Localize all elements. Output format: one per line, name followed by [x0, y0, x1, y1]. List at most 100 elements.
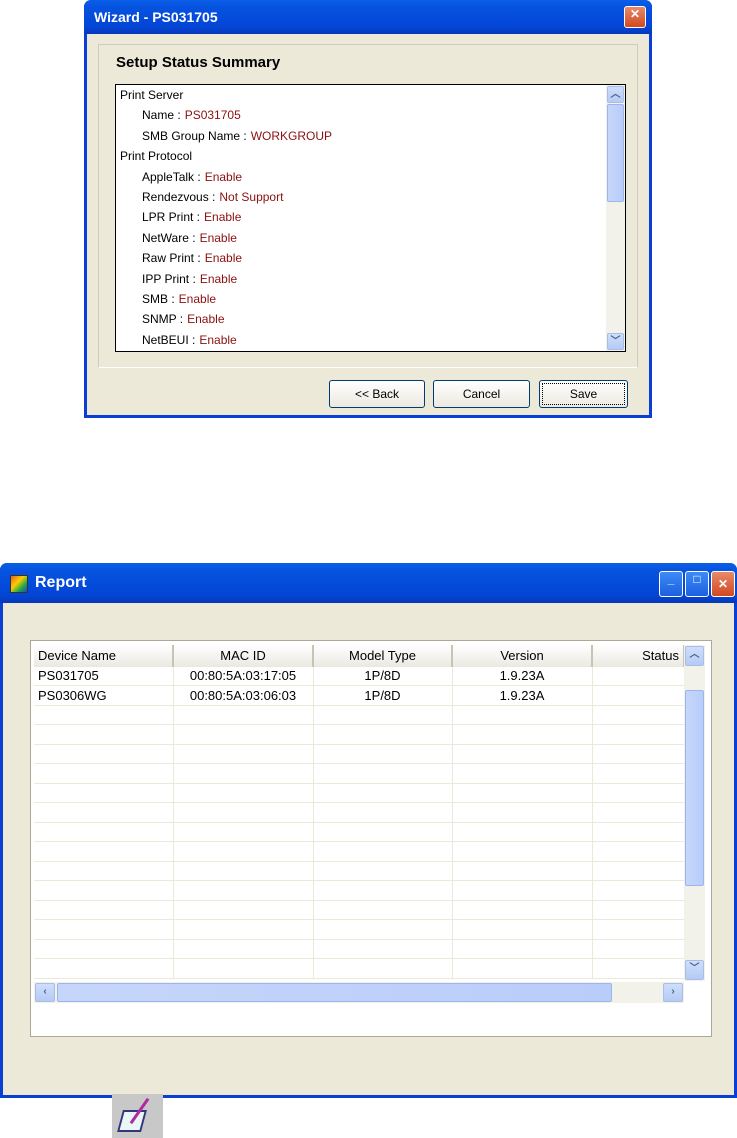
table-horizontal-scrollbar[interactable]: ‹ ›	[34, 982, 684, 1003]
table-cell	[34, 783, 174, 803]
table-cell: 1.9.23A	[452, 685, 593, 706]
vertical-scrollbar[interactable]: ︿ ﹀	[606, 85, 625, 351]
report-title-bar: Report _ □ ✕	[0, 563, 737, 603]
back-button[interactable]: << Back	[329, 380, 425, 408]
cancel-button[interactable]: Cancel	[433, 380, 530, 408]
column-header[interactable]: Device Name	[34, 645, 174, 667]
table-row[interactable]	[34, 900, 685, 920]
table-row[interactable]	[34, 958, 685, 979]
table-cell	[452, 744, 593, 764]
column-header[interactable]: MAC ID	[173, 645, 314, 667]
close-icon[interactable]: ✕	[624, 6, 646, 28]
item-key: SMB :	[142, 292, 175, 306]
scroll-thumb[interactable]	[607, 104, 624, 202]
save-button[interactable]: Save	[539, 380, 628, 408]
scroll-down-icon[interactable]: ﹀	[685, 960, 704, 980]
column-header[interactable]: Model Type	[313, 645, 453, 667]
summary-list[interactable]: Print Server Name : PS031705 SMB Group Name…	[115, 84, 626, 352]
table-cell	[173, 783, 314, 803]
table-row[interactable]	[34, 861, 685, 881]
item-value: WORKGROUP	[250, 128, 333, 143]
table-cell	[173, 861, 314, 881]
table-cell	[452, 705, 593, 725]
scroll-thumb[interactable]	[685, 690, 704, 886]
table-row[interactable]	[34, 939, 685, 959]
table-row[interactable]	[34, 705, 685, 725]
scroll-up-icon[interactable]: ︿	[685, 646, 704, 666]
device-table[interactable]: Device Name MAC ID Model Type Version Status…	[34, 645, 685, 979]
table-cell	[34, 705, 174, 725]
item-value: Enable	[199, 230, 237, 245]
item-value: Enable	[204, 210, 242, 225]
maximize-icon[interactable]: □	[685, 571, 709, 597]
scroll-left-icon[interactable]: ‹	[35, 983, 55, 1002]
table-cell	[452, 861, 593, 881]
summary-item: SMB : Enable	[142, 289, 216, 309]
table-row[interactable]: PS031705 00:80:5A:03:17:05 1P/8D 1.9.23A	[34, 666, 685, 686]
wizard-title-bar: Wizard - PS031705 ✕	[84, 0, 652, 34]
table-cell	[313, 783, 453, 803]
table-cell	[173, 841, 314, 862]
scroll-right-icon[interactable]: ›	[663, 983, 683, 1002]
hscroll-thumb[interactable]	[57, 983, 612, 1002]
table-cell	[34, 802, 174, 823]
table-cell	[592, 705, 685, 725]
table-row[interactable]	[34, 822, 685, 842]
item-key: SNMP :	[142, 312, 184, 327]
table-cell	[592, 841, 685, 862]
table-cell	[173, 958, 314, 979]
table-vertical-scrollbar[interactable]: ︿ ﹀	[684, 645, 705, 981]
table-cell	[592, 802, 685, 823]
table-row[interactable]	[34, 802, 685, 823]
summary-item: Name : PS031705	[142, 105, 241, 125]
table-row[interactable]	[34, 724, 685, 745]
table-cell	[592, 880, 685, 901]
table-cell	[313, 861, 453, 881]
table-row[interactable]: PS0306WG 00:80:5A:03:06:03 1P/8D 1.9.23A	[34, 685, 685, 706]
table-cell	[173, 900, 314, 920]
item-key: IPP Print :	[142, 271, 196, 286]
table-row[interactable]	[34, 919, 685, 940]
column-header[interactable]: Status	[592, 645, 685, 667]
table-cell	[592, 919, 685, 940]
table-cell: PS0306WG	[34, 685, 174, 706]
table-row[interactable]	[34, 763, 685, 784]
table-cell	[592, 685, 685, 706]
column-header[interactable]: Version	[452, 645, 593, 667]
summary-item: SNMP : Enable	[142, 309, 225, 329]
table-cell	[452, 919, 593, 940]
table-cell	[452, 958, 593, 979]
summary-item: NetWare : Enable	[142, 228, 237, 248]
table-row[interactable]	[34, 783, 685, 803]
table-cell	[173, 705, 314, 725]
table-row[interactable]	[34, 880, 685, 901]
summary-item: IPP Print : Enable	[142, 269, 237, 289]
table-row[interactable]	[34, 744, 685, 764]
table-cell	[313, 919, 453, 940]
table-cell	[452, 763, 593, 784]
summary-item: Raw Print : Enable	[142, 248, 242, 268]
report-title: Report	[35, 574, 87, 591]
minimize-icon[interactable]: _	[659, 571, 683, 597]
scroll-up-icon[interactable]: ︿	[607, 86, 624, 103]
table-row[interactable]	[34, 841, 685, 862]
summary-item: Rendezvous : Not Support	[142, 187, 283, 207]
table-cell	[34, 958, 174, 979]
table-cell	[592, 861, 685, 881]
table-cell	[592, 724, 685, 745]
table-cell	[452, 880, 593, 901]
report-window: Report _ □ ✕ Device Name MAC ID Model Type…	[0, 563, 737, 1098]
scroll-down-icon[interactable]: ﹀	[607, 333, 624, 350]
summary-item: LPR Print : Enable	[142, 207, 241, 227]
table-cell: 1.9.23A	[452, 666, 593, 686]
table-cell	[452, 802, 593, 823]
table-cell	[592, 900, 685, 920]
table-cell	[313, 841, 453, 862]
table-cell	[34, 822, 174, 842]
table-cell	[592, 958, 685, 979]
table-cell	[173, 724, 314, 745]
table-cell	[173, 939, 314, 959]
item-key: Raw Print :	[142, 251, 201, 266]
close-icon[interactable]: ✕	[711, 571, 735, 597]
table-cell	[173, 880, 314, 901]
